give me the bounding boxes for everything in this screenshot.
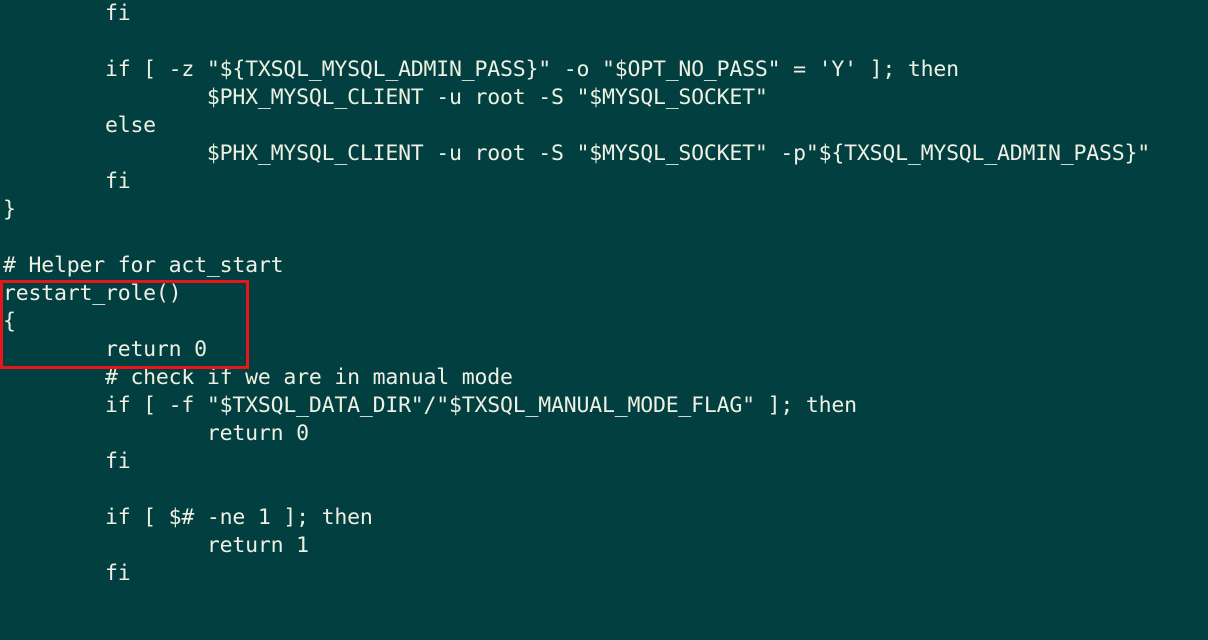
code-line: fi [3,1,131,26]
code-line: return 0 [3,421,309,446]
code-line: if [ -z "${TXSQL_MYSQL_ADMIN_PASS}" -o "… [3,57,959,82]
code-line: } [3,197,16,222]
terminal-window[interactable]: fi if [ -z "${TXSQL_MYSQL_ADMIN_PASS}" -… [0,0,1208,640]
code-line: { [3,309,16,334]
code-line: if [ -f "$TXSQL_DATA_DIR"/"$TXSQL_MANUAL… [3,393,857,418]
code-line: $PHX_MYSQL_CLIENT -u root -S "$MYSQL_SOC… [3,85,768,110]
code-line: fi [3,561,131,586]
code-line: if [ $# -ne 1 ]; then [3,505,373,530]
function-name-line: restart_role() [3,281,182,306]
code-line: return 0 [3,337,207,362]
code-line: $PHX_MYSQL_CLIENT -u root -S "$MYSQL_SOC… [3,141,1150,166]
code-line: else [3,113,156,138]
code-line: fi [3,449,131,474]
code-comment-line: # check if we are in manual mode [3,365,513,390]
code-comment-line: # Helper for act_start [3,253,284,278]
code-line: return 1 [3,533,309,558]
code-line: fi [3,169,131,194]
